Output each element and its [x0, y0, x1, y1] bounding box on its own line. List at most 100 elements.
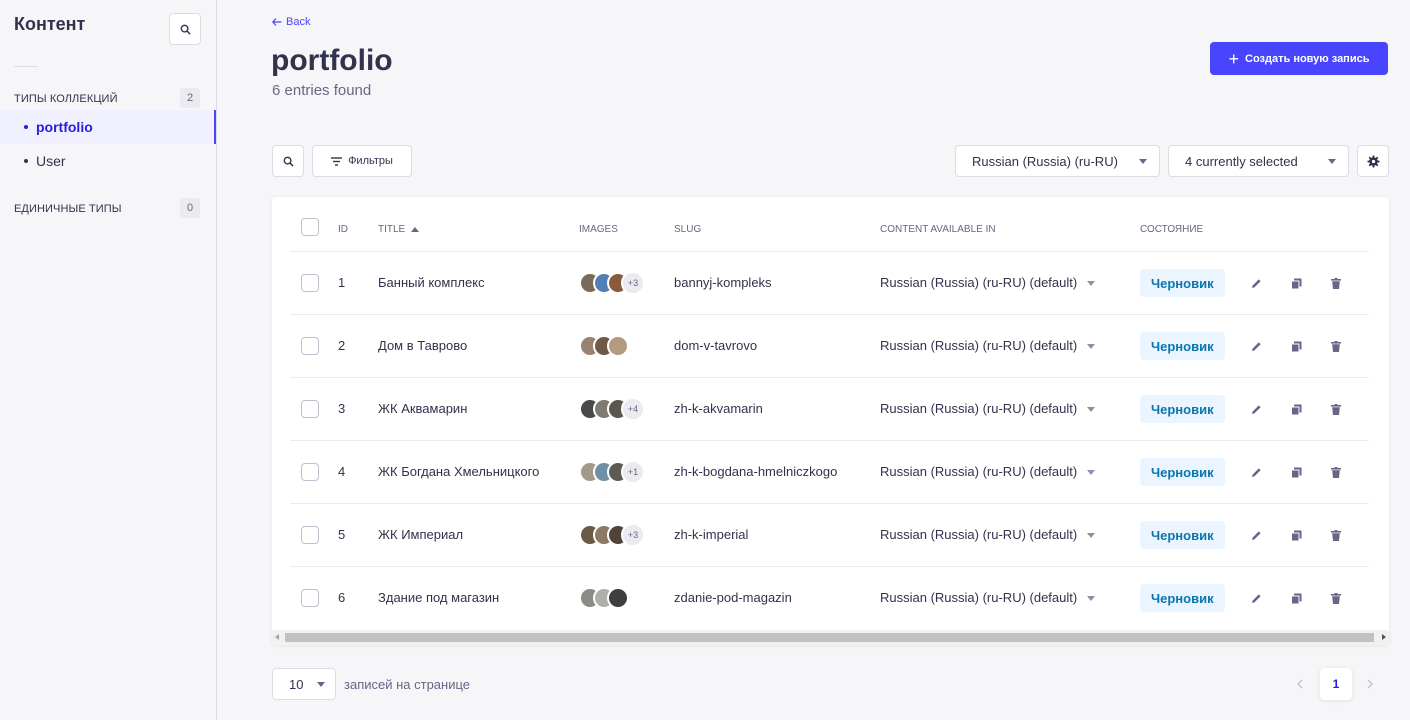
sidebar-item-label: User [36, 153, 66, 169]
entry-locale-select[interactable]: Russian (Russia) (ru-RU) (default) [880, 338, 1096, 353]
delete-entry-button[interactable] [1328, 590, 1344, 606]
entry-images: +4 [579, 397, 645, 421]
sidebar-item-user[interactable]: User [0, 144, 216, 178]
duplicate-entry-button[interactable] [1288, 401, 1304, 417]
trash-icon [1331, 529, 1341, 541]
entry-locale-select[interactable]: Russian (Russia) (ru-RU) (default) [880, 590, 1096, 605]
delete-entry-button[interactable] [1328, 464, 1344, 480]
row-checkbox[interactable] [301, 589, 319, 607]
edit-entry-button[interactable] [1248, 401, 1264, 417]
row-checkbox[interactable] [301, 526, 319, 544]
column-header-images[interactable]: Images [579, 224, 618, 235]
entry-images: +1 [579, 460, 645, 484]
duplicate-entry-button[interactable] [1288, 275, 1304, 291]
single-types-count: 0 [180, 198, 200, 218]
status-badge: Черновик [1140, 269, 1225, 297]
entry-slug: zh-k-imperial [674, 527, 749, 542]
chevron-down-icon [1087, 281, 1096, 287]
collection-types-heading: Типы коллекций [14, 93, 118, 105]
entries-table: ID Title Images Slug Content available i… [272, 197, 1389, 645]
column-header-slug[interactable]: Slug [674, 224, 701, 235]
horizontal-scrollbar[interactable] [272, 630, 1389, 645]
delete-entry-button[interactable] [1328, 401, 1344, 417]
pencil-icon [1251, 404, 1261, 414]
more-images-count: +3 [621, 271, 645, 295]
column-header-id[interactable]: ID [338, 224, 348, 235]
duplicate-entry-button[interactable] [1288, 464, 1304, 480]
chevron-right-icon [1367, 679, 1373, 689]
page-size-select[interactable]: 10 [272, 668, 336, 700]
table-row[interactable]: 3 ЖК Аквамарин +4 zh-k-akvamarin Russian (Ru… [290, 377, 1369, 440]
status-badge: Черновик [1140, 332, 1225, 360]
previous-page-button[interactable] [1292, 676, 1308, 692]
content-sidebar: Контент Типы коллекций 2 portfolio User … [0, 0, 217, 720]
current-page-button[interactable]: 1 [1320, 668, 1352, 700]
column-header-title[interactable]: Title [378, 224, 420, 235]
duplicate-icon [1290, 404, 1301, 415]
scroll-right-icon[interactable] [1382, 634, 1386, 640]
entry-locale-value: Russian (Russia) (ru-RU) (default) [880, 464, 1078, 479]
sidebar-title: Контент [14, 14, 86, 34]
table-search-button[interactable] [272, 145, 304, 177]
edit-entry-button[interactable] [1248, 527, 1264, 543]
sidebar-item-portfolio[interactable]: portfolio [0, 110, 216, 144]
duplicate-entry-button[interactable] [1288, 590, 1304, 606]
table-row[interactable]: 4 ЖК Богдана Хмельницкого +1 zh-k-bogdana-h… [290, 440, 1369, 503]
table-row[interactable]: 1 Банный комплекс +3 bannyj-kompleks Russian… [290, 251, 1369, 314]
table-row[interactable]: 2 Дом в Таврово dom-v-tavrovo Russian (Russ… [290, 314, 1369, 377]
row-checkbox[interactable] [301, 400, 319, 418]
duplicate-entry-button[interactable] [1288, 527, 1304, 543]
duplicate-entry-button[interactable] [1288, 338, 1304, 354]
chevron-down-icon [317, 682, 325, 687]
row-checkbox[interactable] [301, 463, 319, 481]
filters-button[interactable]: Фильтры [312, 145, 412, 177]
duplicate-icon [1290, 278, 1301, 289]
create-entry-button[interactable]: + Создать новую запись [1210, 42, 1388, 75]
columns-select-value: 4 currently selected [1185, 153, 1298, 169]
entry-locale-select[interactable]: Russian (Russia) (ru-RU) (default) [880, 401, 1096, 416]
scrollbar-thumb[interactable] [285, 633, 1374, 642]
status-badge: Черновик [1140, 458, 1225, 486]
settings-button[interactable] [1357, 145, 1389, 177]
select-all-checkbox[interactable] [301, 218, 319, 236]
arrow-left-icon [272, 18, 282, 26]
scroll-left-icon[interactable] [275, 634, 279, 640]
entry-locale-value: Russian (Russia) (ru-RU) (default) [880, 590, 1078, 605]
entry-locale-select[interactable]: Russian (Russia) (ru-RU) (default) [880, 527, 1096, 542]
sidebar-search-button[interactable] [169, 13, 201, 45]
entry-locale-value: Russian (Russia) (ru-RU) (default) [880, 338, 1078, 353]
table-row[interactable]: 6 Здание под магазин zdanie-pod-magazin Rus… [290, 566, 1369, 629]
pencil-icon [1251, 530, 1261, 540]
entry-slug: zh-k-bogdana-hmelniczkogo [674, 464, 838, 479]
entry-title: Банный комплекс [378, 275, 485, 290]
entry-locale-value: Russian (Russia) (ru-RU) (default) [880, 275, 1078, 290]
trash-icon [1331, 340, 1341, 352]
entry-locale-select[interactable]: Russian (Russia) (ru-RU) (default) [880, 464, 1096, 479]
entry-title: ЖК Империал [378, 527, 464, 542]
duplicate-icon [1290, 467, 1301, 478]
entry-slug: zh-k-akvamarin [674, 401, 763, 416]
next-page-button[interactable] [1362, 676, 1378, 692]
entry-id: 2 [338, 338, 346, 353]
entry-title: Здание под магазин [378, 590, 500, 605]
table-row[interactable]: 5 ЖК Империал +3 zh-k-imperial Russian (Russ… [290, 503, 1369, 566]
delete-entry-button[interactable] [1328, 275, 1344, 291]
locale-select[interactable]: Russian (Russia) (ru-RU) [955, 145, 1160, 177]
back-link[interactable]: Back [272, 16, 310, 28]
duplicate-icon [1290, 593, 1301, 604]
plus-icon: + [1228, 48, 1240, 69]
chevron-down-icon [1087, 533, 1096, 539]
delete-entry-button[interactable] [1328, 527, 1344, 543]
row-checkbox[interactable] [301, 337, 319, 355]
entry-locale-select[interactable]: Russian (Russia) (ru-RU) (default) [880, 275, 1096, 290]
entry-id: 5 [338, 527, 346, 542]
row-checkbox[interactable] [301, 274, 319, 292]
edit-entry-button[interactable] [1248, 338, 1264, 354]
trash-icon [1331, 466, 1341, 478]
edit-entry-button[interactable] [1248, 590, 1264, 606]
columns-select[interactable]: 4 currently selected [1168, 145, 1349, 177]
edit-entry-button[interactable] [1248, 275, 1264, 291]
delete-entry-button[interactable] [1328, 338, 1344, 354]
edit-entry-button[interactable] [1248, 464, 1264, 480]
entry-slug: zdanie-pod-magazin [674, 590, 792, 605]
